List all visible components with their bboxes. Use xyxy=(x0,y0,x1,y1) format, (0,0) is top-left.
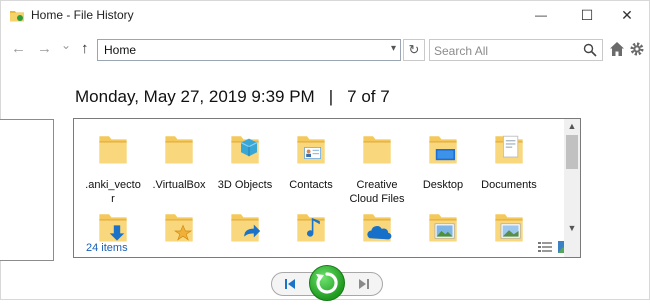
contacts-folder-icon xyxy=(297,136,325,164)
snapshot-separator: | xyxy=(328,87,334,106)
folder-label: Documents xyxy=(481,179,537,191)
details-view-icon[interactable] xyxy=(538,241,552,253)
search-input[interactable] xyxy=(432,41,586,61)
creative-cloud-folder-icon xyxy=(363,136,391,164)
restore-button[interactable] xyxy=(309,265,345,301)
folder-item[interactable]: Desktop xyxy=(410,127,476,192)
recent-locations-chevron-icon[interactable]: ⌄ xyxy=(61,38,71,52)
pictures-folder-icon xyxy=(429,214,457,242)
folder-item[interactable] xyxy=(278,205,344,254)
snapshot-date-line: Monday, May 27, 2019 9:39 PM | 7 of 7 xyxy=(75,87,390,107)
window-title: Home - File History xyxy=(31,8,134,22)
folder-label: Contacts xyxy=(289,179,333,191)
next-version-icon[interactable] xyxy=(357,277,371,291)
item-count: 24 items xyxy=(86,242,128,254)
scroll-up-icon[interactable]: ▲ xyxy=(564,119,580,133)
address-dropdown-icon[interactable]: ▾ xyxy=(391,43,396,54)
3d-objects-folder-icon xyxy=(231,136,259,164)
previous-snapshot-panel[interactable] xyxy=(0,119,54,261)
back-arrow-icon[interactable]: ← xyxy=(11,40,26,57)
close-button[interactable]: ✕ xyxy=(605,1,649,29)
folder-item[interactable] xyxy=(344,205,410,254)
folder-item[interactable]: Contacts xyxy=(278,127,344,192)
folder-label: 3D Objects xyxy=(217,179,273,191)
folder-label: Creative Cloud Files xyxy=(349,179,405,205)
snapshot-position: 7 of 7 xyxy=(347,87,390,106)
videos-folder-icon xyxy=(495,214,523,242)
refresh-icon: ↻ xyxy=(408,42,420,57)
music-folder-icon xyxy=(297,214,325,242)
scroll-down-icon[interactable]: ▼ xyxy=(564,221,580,235)
folder-item[interactable]: 3D Objects xyxy=(212,127,278,192)
folder-item[interactable]: .VirtualBox xyxy=(146,127,212,192)
desktop-folder-icon xyxy=(429,136,457,164)
folder-label: .VirtualBox xyxy=(152,179,206,191)
folder-item[interactable] xyxy=(212,205,278,254)
folder-label: Desktop xyxy=(422,179,464,191)
folder-item[interactable]: .anki_vecto r xyxy=(80,127,146,206)
links-folder-icon xyxy=(231,214,261,242)
refresh-button[interactable]: ↻ xyxy=(403,39,425,61)
file-list-pane: .anki_vecto r .VirtualBox 3D Objects Contac… xyxy=(73,118,581,258)
documents-folder-icon xyxy=(495,135,523,164)
folder-item[interactable]: Documents xyxy=(476,127,542,192)
vertical-scrollbar[interactable]: ▲ ▼ xyxy=(564,119,580,257)
title-bar: Home - File History — ☐ ✕ xyxy=(1,1,649,29)
address-text: Home xyxy=(104,43,137,57)
folder-item[interactable] xyxy=(476,205,542,254)
search-box[interactable] xyxy=(429,39,603,61)
file-history-window: Home - File History — ☐ ✕ ← → ⌄ ↑ Home ▾… xyxy=(0,0,650,301)
folder-item[interactable]: Creative Cloud Files xyxy=(344,127,410,206)
up-arrow-icon[interactable]: ↑ xyxy=(81,40,89,57)
onedrive-folder-icon xyxy=(363,214,392,242)
restore-icon xyxy=(316,272,338,294)
folder-item[interactable] xyxy=(410,205,476,254)
home-icon[interactable] xyxy=(609,41,625,57)
settings-gear-icon[interactable] xyxy=(629,41,645,57)
previous-version-icon[interactable] xyxy=(283,277,297,291)
folder-icon xyxy=(99,136,127,164)
folder-icon xyxy=(165,136,193,164)
maximize-button[interactable]: ☐ xyxy=(565,1,609,29)
file-history-app-icon xyxy=(10,11,24,22)
minimize-icon: — xyxy=(535,8,547,22)
folder-item[interactable] xyxy=(146,205,212,254)
scrollbar-thumb[interactable] xyxy=(566,135,578,169)
maximize-icon: ☐ xyxy=(580,6,594,23)
close-icon: ✕ xyxy=(621,6,633,23)
address-bar[interactable]: Home ▾ xyxy=(97,39,401,61)
folder-label: .anki_vecto r xyxy=(85,179,141,205)
snapshot-date: Monday, May 27, 2019 9:39 PM xyxy=(75,87,315,106)
favorites-folder-icon xyxy=(165,214,193,242)
minimize-button[interactable]: — xyxy=(519,1,563,29)
search-icon[interactable] xyxy=(583,43,597,57)
forward-arrow-icon[interactable]: → xyxy=(37,40,52,57)
